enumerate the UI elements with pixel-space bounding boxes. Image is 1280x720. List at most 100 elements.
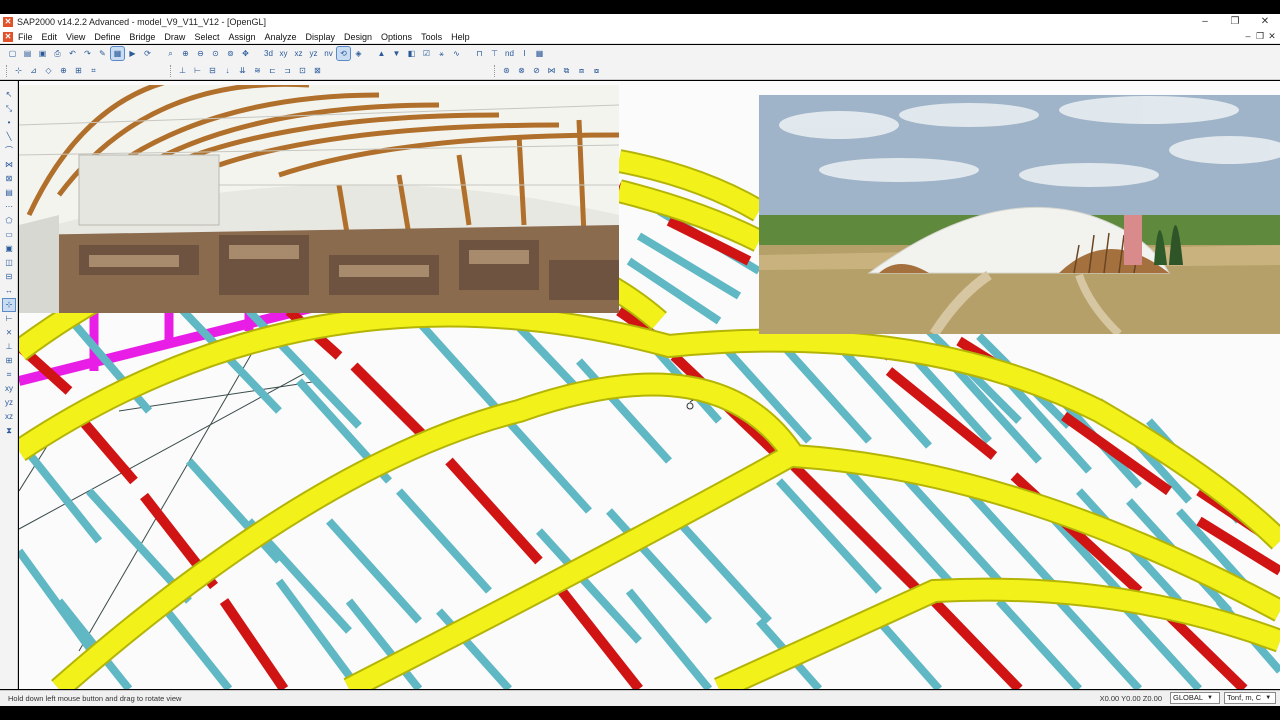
joint-restraint-icon[interactable]: ⊥: [176, 64, 189, 77]
undo-icon[interactable]: ↶: [66, 47, 79, 60]
draw-point-icon[interactable]: ⊹: [12, 64, 25, 77]
section-cut-icon[interactable]: ⊟: [3, 271, 15, 283]
select-previous-icon[interactable]: ⊗: [515, 64, 528, 77]
down-arrow-icon[interactable]: ▼: [390, 47, 403, 60]
child-close-button[interactable]: ✕: [1266, 30, 1278, 43]
table-icon[interactable]: ▦: [533, 47, 546, 60]
redo-icon[interactable]: ↷: [81, 47, 94, 60]
save-icon[interactable]: ▣: [36, 47, 49, 60]
snap-lines-icon[interactable]: ⊞: [3, 355, 15, 367]
menu-select[interactable]: Select: [194, 32, 226, 42]
quick-area-icon[interactable]: ▣: [3, 243, 15, 255]
joint-reactions-icon[interactable]: ⊤: [488, 47, 501, 60]
intersecting-line-icon[interactable]: ⋈: [545, 64, 558, 77]
frame-release-icon[interactable]: ⊢: [191, 64, 204, 77]
xy-plane-icon[interactable]: xy: [3, 383, 15, 395]
yz-plane-icon[interactable]: yz: [3, 397, 15, 409]
close-button[interactable]: ✕: [1250, 14, 1280, 30]
toolbar-grip[interactable]: [494, 64, 497, 77]
perspective-icon[interactable]: ◈: [352, 47, 365, 60]
quick-frame-icon[interactable]: ⋈: [3, 159, 15, 171]
draw-area-icon[interactable]: ◇: [42, 64, 55, 77]
menu-tools[interactable]: Tools: [421, 32, 449, 42]
ruler-icon[interactable]: ⊏: [266, 64, 279, 77]
open-folder-icon[interactable]: ▤: [21, 47, 34, 60]
frame-section-icon[interactable]: ⊟: [206, 64, 219, 77]
replicate-icon[interactable]: ⧉: [560, 64, 573, 77]
model-viewport[interactable]: [19, 81, 1280, 689]
menu-define[interactable]: Define: [94, 32, 127, 42]
run-analysis-icon[interactable]: ▶: [126, 47, 139, 60]
merge-icon[interactable]: ⧇: [590, 64, 603, 77]
nd-button[interactable]: nd: [503, 47, 516, 60]
all-planes-icon[interactable]: ⧗: [3, 425, 15, 437]
poly-area-icon[interactable]: ⬠: [3, 215, 15, 227]
deformed-shape-icon[interactable]: ∿: [450, 47, 463, 60]
secondary-beam-icon[interactable]: ▤: [3, 187, 15, 199]
assign-icon[interactable]: ⚹: [435, 47, 448, 60]
braces-icon[interactable]: ⊠: [3, 173, 15, 185]
child-minimize-button[interactable]: –: [1242, 30, 1254, 43]
snap-perpendicular-icon[interactable]: ⊥: [3, 341, 15, 353]
new-file-icon[interactable]: ▢: [6, 47, 19, 60]
menu-view[interactable]: View: [66, 32, 92, 42]
object-shrink-icon[interactable]: ◧: [405, 47, 418, 60]
properties-icon[interactable]: ⊠: [311, 64, 324, 77]
pointer-icon[interactable]: ↖: [3, 89, 15, 101]
select-all-icon[interactable]: ⊛: [500, 64, 513, 77]
menu-help[interactable]: Help: [451, 32, 477, 42]
divide-icon[interactable]: ⧈: [575, 64, 588, 77]
draw-frame-icon[interactable]: ⊿: [27, 64, 40, 77]
zoom-out-icon[interactable]: ⊖: [194, 47, 207, 60]
snap-points-icon[interactable]: ⊹: [2, 298, 16, 312]
view-3d-button[interactable]: 3d: [262, 47, 275, 60]
pan-icon[interactable]: ✥: [239, 47, 252, 60]
frame-forces-icon[interactable]: ⊓: [473, 47, 486, 60]
lock-icon[interactable]: ▦: [110, 46, 125, 61]
menu-assign[interactable]: Assign: [228, 32, 262, 42]
snap-ends-icon[interactable]: ⊢: [3, 313, 15, 325]
child-restore-button[interactable]: ❐: [1254, 30, 1266, 43]
clear-selection-icon[interactable]: ⊘: [530, 64, 543, 77]
joint-load-icon[interactable]: ↓: [221, 64, 234, 77]
frame-line-icon[interactable]: ╲: [3, 131, 15, 143]
link-icon[interactable]: ⋯: [3, 201, 15, 213]
mesh-icon[interactable]: ⌗: [87, 64, 100, 77]
dimension-line-icon[interactable]: ↔: [3, 285, 15, 297]
coordinate-system-select[interactable]: GLOBAL ▼: [1170, 692, 1220, 704]
special-joint-icon[interactable]: •: [3, 117, 15, 129]
zoom-full-icon[interactable]: ⊚: [224, 47, 237, 60]
view-xy-button[interactable]: xy: [277, 47, 290, 60]
snap-fine-grid-icon[interactable]: ⌗: [3, 369, 15, 381]
sap2000-logo-icon[interactable]: ✕: [3, 31, 13, 42]
dimension-icon[interactable]: ⊐: [281, 64, 294, 77]
set-display-options-icon[interactable]: ☑: [420, 47, 433, 60]
toolbar-grip[interactable]: [170, 64, 173, 77]
menu-file[interactable]: File: [18, 32, 40, 42]
zoom-previous-icon[interactable]: ⊙: [209, 47, 222, 60]
units-select[interactable]: Tonf, m, C ▼: [1224, 692, 1276, 704]
menu-display[interactable]: Display: [306, 32, 343, 42]
menu-options[interactable]: Options: [381, 32, 419, 42]
view-yz-button[interactable]: yz: [307, 47, 320, 60]
area-load-icon[interactable]: ≋: [251, 64, 264, 77]
menu-bridge[interactable]: Bridge: [129, 32, 162, 42]
solid-icon[interactable]: ◫: [3, 257, 15, 269]
view-xz-button[interactable]: xz: [292, 47, 305, 60]
zoom-in-icon[interactable]: ⊕: [179, 47, 192, 60]
menu-analyze[interactable]: Analyze: [264, 32, 303, 42]
view-nv-button[interactable]: nv: [322, 47, 335, 60]
snap-icon[interactable]: ⊕: [57, 64, 70, 77]
minimize-button[interactable]: –: [1190, 14, 1220, 30]
snap-intersection-icon[interactable]: ⨯: [3, 327, 15, 339]
rotate-3d-icon[interactable]: ⟲: [336, 46, 351, 61]
menu-design[interactable]: Design: [344, 32, 379, 42]
reshaper-icon[interactable]: ⤡: [3, 103, 15, 115]
section-icon[interactable]: I: [518, 47, 531, 60]
refresh-icon[interactable]: ⟳: [141, 47, 154, 60]
print-icon[interactable]: ⎙: [51, 47, 64, 60]
menu-edit[interactable]: Edit: [42, 32, 65, 42]
group-icon[interactable]: ⊡: [296, 64, 309, 77]
toolbar-grip[interactable]: [6, 64, 9, 77]
pencil-icon[interactable]: ✎: [96, 47, 109, 60]
